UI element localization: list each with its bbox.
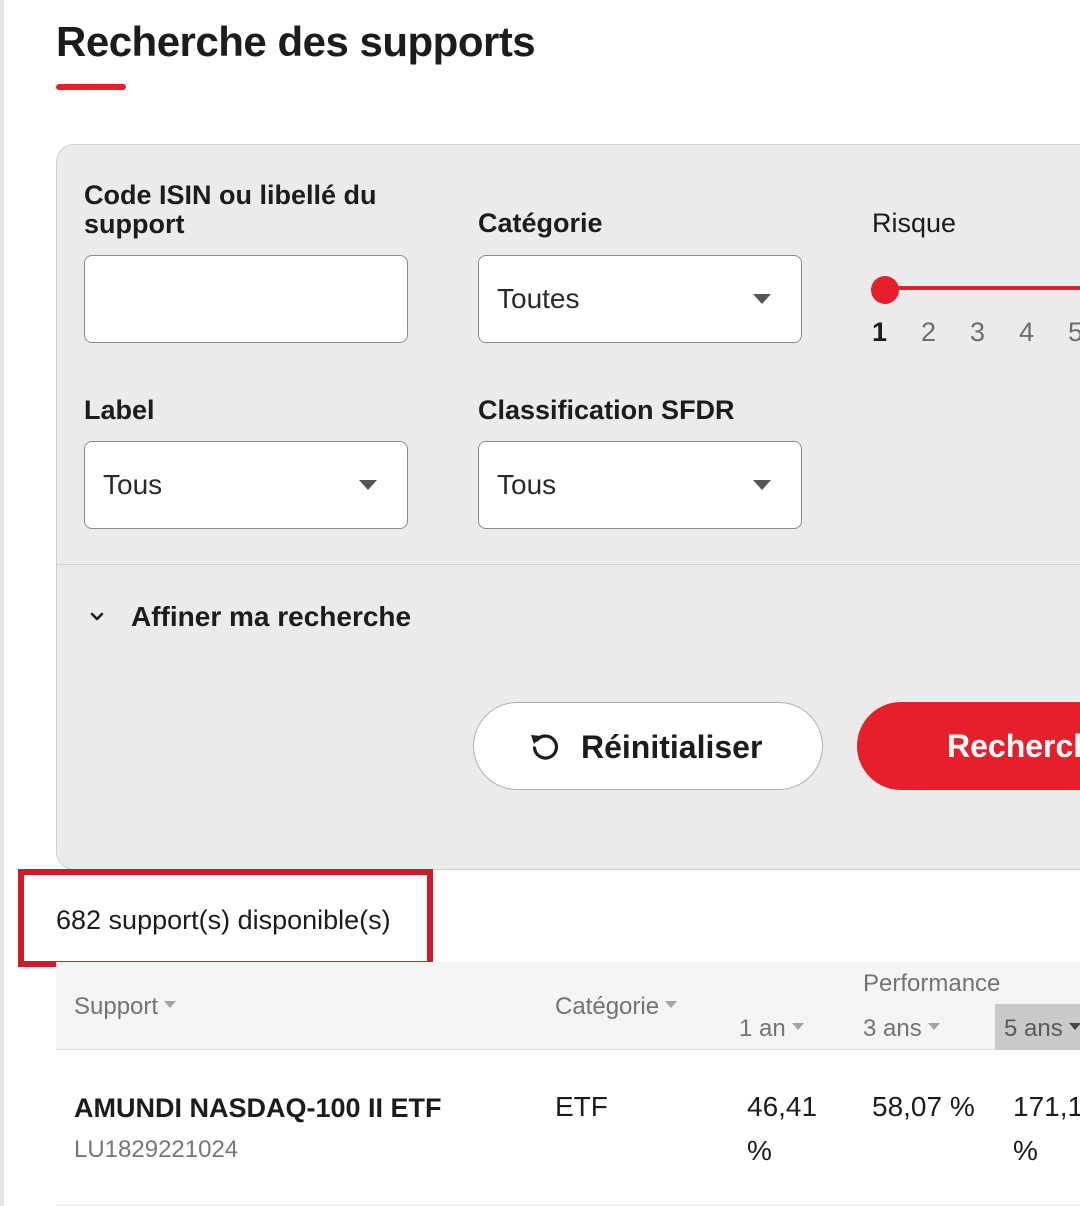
title-underline bbox=[56, 84, 126, 90]
fund-perf-1y-value: 46,41 bbox=[747, 1091, 818, 1122]
table-header: Support Catégorie Performance 1 an 3 ans… bbox=[56, 962, 1080, 1050]
col-header-3y-label: 3 ans bbox=[863, 1015, 922, 1042]
col-header-1y-label: 1 an bbox=[739, 1015, 786, 1042]
search-button[interactable]: Rechercher bbox=[857, 702, 1080, 790]
fund-category: ETF bbox=[555, 1091, 608, 1122]
col-header-1y[interactable]: 1 an bbox=[739, 1015, 804, 1043]
category-label: Catégorie bbox=[478, 208, 603, 238]
result-count: 682 support(s) disponible(s) bbox=[56, 905, 391, 935]
risk-tick-4: 4 bbox=[1019, 317, 1035, 347]
sort-icon bbox=[927, 1023, 940, 1030]
col-header-category-label: Catégorie bbox=[555, 993, 660, 1020]
page: Recherche des supports Code ISIN ou libe… bbox=[0, 0, 1080, 1206]
risk-tick-5: 5 bbox=[1068, 317, 1080, 347]
col-header-performance: Performance bbox=[863, 970, 1001, 997]
chevron-down-icon bbox=[359, 480, 377, 490]
col-header-support[interactable]: Support bbox=[74, 993, 177, 1021]
fund-name[interactable]: AMUNDI NASDAQ-100 II ETF bbox=[74, 1086, 442, 1130]
filter-panel: Code ISIN ou libellé du support Catégori… bbox=[56, 144, 1080, 870]
label-select-value: Tous bbox=[103, 469, 163, 500]
sfdr-label: Classification SFDR bbox=[478, 395, 735, 425]
refine-search-label: Affiner ma recherche bbox=[131, 601, 412, 632]
fund-perf-5y-value: 171,1 bbox=[1013, 1091, 1080, 1122]
reset-icon bbox=[531, 734, 559, 760]
risk-slider-handle[interactable] bbox=[871, 276, 899, 304]
sort-icon bbox=[665, 1001, 678, 1008]
fund-perf-1y-unit: % bbox=[747, 1135, 772, 1166]
reset-button-label: Réinitialiser bbox=[581, 729, 763, 765]
chevron-down-icon bbox=[753, 480, 771, 490]
risk-slider-track[interactable] bbox=[883, 286, 1080, 290]
risk-tick-1: 1 bbox=[872, 317, 888, 347]
fund-isin: LU1829221024 bbox=[74, 1136, 239, 1163]
refine-search-toggle[interactable]: Affiner ma recherche bbox=[87, 597, 447, 637]
col-header-support-label: Support bbox=[74, 993, 159, 1020]
isin-input[interactable] bbox=[84, 255, 408, 343]
left-border bbox=[0, 0, 4, 1206]
fund-perf-3y: 58,07 % bbox=[872, 1091, 975, 1122]
col-header-category[interactable]: Catégorie bbox=[555, 993, 678, 1021]
col-header-5y[interactable]: 5 ans bbox=[1004, 1015, 1080, 1043]
sfdr-select-value: Tous bbox=[497, 469, 557, 500]
table-row[interactable]: AMUNDI NASDAQ-100 II ETF LU1829221024 ET… bbox=[56, 1050, 1080, 1206]
chevron-down-icon bbox=[90, 612, 104, 621]
col-header-3y[interactable]: 3 ans bbox=[863, 1015, 940, 1043]
risk-label: Risque bbox=[872, 208, 957, 238]
fund-perf-1y: 46,41 % bbox=[747, 1085, 817, 1173]
risk-tick-2: 2 bbox=[921, 317, 937, 347]
category-select[interactable]: Toutes bbox=[478, 255, 802, 343]
risk-tick-3: 3 bbox=[970, 317, 986, 347]
divider bbox=[57, 564, 1080, 565]
sort-icon bbox=[1068, 1023, 1080, 1030]
label-select[interactable]: Tous bbox=[84, 441, 408, 529]
fund-perf-5y-unit: % bbox=[1013, 1135, 1038, 1166]
sort-icon bbox=[164, 1001, 177, 1008]
col-header-5y-label: 5 ans bbox=[1004, 1015, 1063, 1042]
fund-perf-5y: 171,1 % bbox=[1013, 1085, 1080, 1173]
chevron-down-icon bbox=[753, 294, 771, 304]
isin-label: Code ISIN ou libellé du support bbox=[84, 180, 377, 239]
sfdr-select[interactable]: Tous bbox=[478, 441, 802, 529]
sort-icon bbox=[791, 1023, 804, 1030]
category-select-value: Toutes bbox=[497, 283, 580, 314]
label-filter-label: Label bbox=[84, 395, 155, 425]
reset-button[interactable]: Réinitialiser bbox=[473, 702, 823, 790]
page-title: Recherche des supports bbox=[56, 18, 536, 65]
search-button-label: Rechercher bbox=[947, 728, 1080, 764]
